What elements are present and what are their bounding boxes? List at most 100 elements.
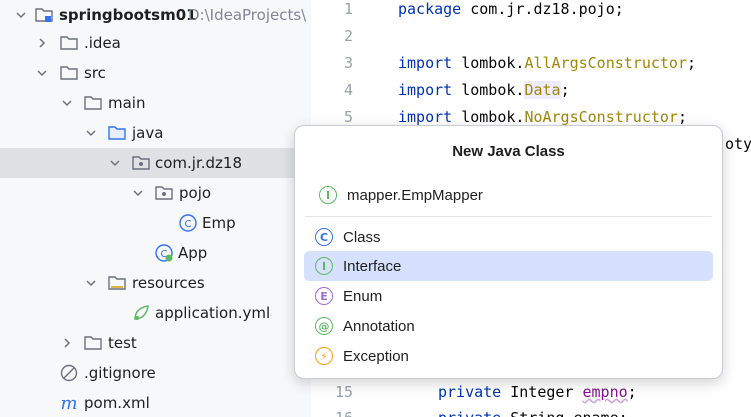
tree-item-label: application.yml: [155, 304, 271, 322]
tree-item-label: test: [108, 334, 137, 352]
svg-text:C: C: [185, 219, 192, 230]
line-number: 5: [343, 108, 353, 126]
tree-item-label: pojo: [179, 184, 212, 202]
tree-item-main[interactable]: main: [0, 88, 311, 118]
tree-item-label: pom.xml: [84, 394, 150, 412]
class-icon: C: [315, 228, 333, 246]
tree-item-pom[interactable]: m pom.xml: [0, 388, 311, 417]
code-line: private Integer empno;: [438, 383, 637, 401]
option-exception[interactable]: ⚡ Exception: [304, 341, 713, 371]
divider: [305, 216, 712, 217]
chevron-right-icon[interactable]: [60, 336, 74, 350]
project-tree: springbootsm01 D:\IdeaProjects\ .idea sr…: [0, 0, 311, 417]
option-interface[interactable]: I Interface: [304, 251, 713, 281]
code-annotation: AllArgsConstructor: [524, 54, 687, 72]
keyword: package: [398, 0, 462, 18]
chevron-down-icon[interactable]: [14, 8, 28, 22]
code-annotation: NoArgsConstructor: [524, 108, 678, 126]
line-number: 4: [343, 81, 353, 99]
maven-icon: m: [59, 393, 79, 414]
code-text: ;: [677, 108, 687, 126]
code-text: ;: [560, 81, 570, 99]
line-number: 1: [343, 0, 353, 18]
code-text: lombok.: [452, 54, 525, 72]
code-annotation: Data: [524, 81, 561, 99]
tree-item-label: java: [132, 124, 164, 142]
tree-item-label: resources: [132, 274, 205, 292]
tree-item-src[interactable]: src: [0, 58, 311, 88]
chevron-down-icon[interactable]: [131, 186, 145, 200]
code-line: private String ename;: [438, 409, 628, 417]
package-icon: [154, 183, 174, 203]
option-enum[interactable]: E Enum: [304, 281, 713, 311]
source-folder-icon: [107, 123, 127, 143]
folder-icon: [83, 93, 103, 113]
keyword: import: [398, 54, 453, 72]
line-number: 16: [311, 409, 353, 417]
code-text: lombok.: [452, 108, 525, 126]
chevron-down-icon[interactable]: [84, 126, 98, 140]
dialog-title: New Java Class: [452, 143, 565, 160]
tree-item-label: com.jr.dz18: [155, 154, 243, 172]
chevron-down-icon[interactable]: [35, 66, 49, 80]
spring-config-icon: [131, 303, 151, 323]
line-number: 2: [343, 27, 353, 45]
option-class[interactable]: C Class: [304, 222, 713, 252]
tree-item-test[interactable]: test: [0, 328, 311, 358]
chevron-down-icon[interactable]: [108, 156, 122, 170]
keyword: import: [398, 81, 453, 99]
tree-item-label: src: [84, 64, 106, 82]
code-text: Integer: [501, 383, 583, 401]
tree-item-label: Emp: [202, 214, 236, 232]
code-line: package com.jr.dz18.pojo;: [398, 0, 624, 18]
ignore-file-icon: [59, 363, 79, 383]
folder-icon: [83, 333, 103, 353]
chevron-down-icon[interactable]: [84, 276, 98, 290]
tree-item-package[interactable]: com.jr.dz18: [0, 148, 311, 178]
option-label: Class: [343, 228, 381, 246]
class-name-value: mapper.EmpMapper: [347, 186, 483, 204]
exception-icon: ⚡: [315, 347, 333, 365]
tree-item-emp[interactable]: C Emp: [0, 208, 311, 238]
code-fragment: otyp: [725, 135, 751, 153]
tree-item-resources[interactable]: resources: [0, 268, 311, 298]
tree-item-label: .idea: [84, 34, 121, 52]
field-name: empno: [582, 383, 628, 401]
code-line: import lombok.NoArgsConstructor;: [398, 108, 687, 126]
chevron-right-icon[interactable]: [35, 36, 49, 50]
tree-item-label: main: [108, 94, 146, 112]
svg-text:m: m: [60, 393, 77, 413]
chevron-down-icon[interactable]: [60, 96, 74, 110]
option-label: Annotation: [343, 317, 415, 335]
tree-item-pojo[interactable]: pojo: [0, 178, 311, 208]
tree-item-idea[interactable]: .idea: [0, 28, 311, 58]
resources-folder-icon: [107, 273, 127, 293]
tree-item-java[interactable]: java: [0, 118, 311, 148]
code-text: ;: [627, 383, 637, 401]
tree-item-root[interactable]: springbootsm01 D:\IdeaProjects\: [0, 0, 311, 30]
package-icon: [131, 153, 151, 173]
option-annotation[interactable]: @ Annotation: [304, 311, 713, 341]
interface-icon: I: [319, 186, 337, 204]
folder-icon: [59, 63, 79, 83]
option-label: Enum: [343, 287, 383, 305]
enum-icon: E: [315, 287, 333, 305]
tree-item-label: .gitignore: [84, 364, 156, 382]
class-name-input[interactable]: I mapper.EmpMapper: [319, 183, 483, 207]
tree-item-app[interactable]: C App: [0, 238, 311, 268]
code-text: com.jr.dz18.pojo;: [461, 0, 624, 18]
interface-icon: I: [315, 257, 333, 275]
tree-item-application-yml[interactable]: application.yml: [0, 298, 311, 328]
keyword: import: [398, 108, 453, 126]
tree-item-gitignore[interactable]: .gitignore: [0, 358, 311, 388]
line-number: 3: [343, 54, 353, 72]
new-java-class-dialog: New Java Class I mapper.EmpMapper C Clas…: [294, 125, 723, 379]
option-label: Exception: [343, 347, 409, 365]
option-label: Interface: [343, 257, 402, 275]
spring-class-icon: C: [154, 243, 174, 263]
module-folder-icon: [34, 5, 54, 25]
code-line: import lombok.Data;: [398, 81, 570, 99]
line-number: 15: [334, 383, 353, 401]
annotation-icon: @: [315, 317, 333, 335]
keyword: private: [438, 409, 501, 417]
